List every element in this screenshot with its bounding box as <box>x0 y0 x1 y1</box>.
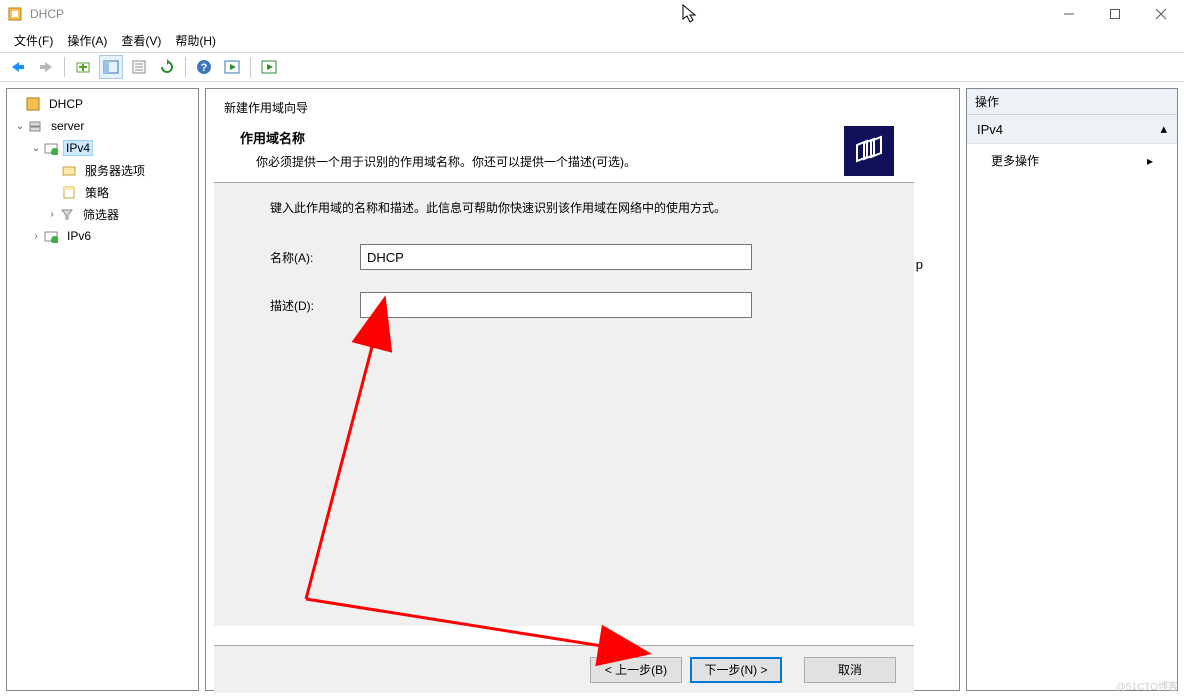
wizard-subheading: 你必须提供一个用于识别的作用域名称。你还可以提供一个描述(可选)。 <box>234 153 836 170</box>
dhcp-icon <box>25 96 41 112</box>
maximize-button[interactable] <box>1092 0 1138 28</box>
actions-title: 操作 <box>967 89 1177 115</box>
window-title: DHCP <box>30 7 64 21</box>
toolbar: ? <box>0 52 1184 82</box>
expander-icon[interactable]: › <box>29 228 43 244</box>
actions-pane: 操作 IPv4 ▴ 更多操作 ▸ <box>966 88 1178 691</box>
cancel-button[interactable]: 取消 <box>804 657 896 683</box>
chevron-right-icon: ▸ <box>1147 154 1153 168</box>
wizard-dialog: 新建作用域向导 作用域名称 你必须提供一个用于识别的作用域名称。你还可以提供一个… <box>214 91 914 693</box>
wizard-footer: < 上一步(B) 下一步(N) > 取消 <box>214 645 914 693</box>
refresh-button[interactable] <box>155 55 179 79</box>
content-pane: p 新建作用域向导 作用域名称 你必须提供一个用于识别的作用域名称。你还可以提供… <box>205 88 960 691</box>
tree-ipv4[interactable]: ⌄ IPv4 <box>9 137 196 159</box>
stray-text: p <box>916 257 923 272</box>
app-icon <box>6 5 24 23</box>
toolbar-separator <box>185 57 186 77</box>
tree-root[interactable]: DHCP <box>9 93 196 115</box>
ipv4-icon <box>43 140 59 156</box>
scope-name-input[interactable] <box>360 244 752 270</box>
expander-icon[interactable]: › <box>45 206 59 222</box>
svg-text:?: ? <box>201 62 208 74</box>
policies-icon <box>61 184 77 200</box>
name-row: 名称(A): <box>270 244 874 270</box>
wizard-title: 新建作用域向导 <box>214 91 914 120</box>
name-label: 名称(A): <box>270 249 360 266</box>
ipv6-icon <box>43 228 59 244</box>
actions-group[interactable]: IPv4 ▴ <box>967 115 1177 144</box>
back-button[interactable]: < 上一步(B) <box>590 657 682 683</box>
main-area: DHCP ⌄ server ⌄ IPv4 服务器选项 策略 › <box>0 82 1184 697</box>
tree-policies[interactable]: 策略 <box>9 181 196 203</box>
wizard-header: 作用域名称 你必须提供一个用于识别的作用域名称。你还可以提供一个描述(可选)。 <box>214 120 914 182</box>
help-button[interactable]: ? <box>192 55 216 79</box>
filters-icon <box>59 206 75 222</box>
tree-pane: DHCP ⌄ server ⌄ IPv4 服务器选项 策略 › <box>6 88 199 691</box>
desc-label: 描述(D): <box>270 297 360 314</box>
tree-server-options[interactable]: 服务器选项 <box>9 159 196 181</box>
menubar: 文件(F) 操作(A) 查看(V) 帮助(H) <box>0 28 1184 52</box>
wizard-heading: 作用域名称 <box>234 128 836 147</box>
toolbar-separator <box>64 57 65 77</box>
collapse-icon: ▴ <box>1160 121 1167 137</box>
wizard-body: 键入此作用域的名称和描述。此信息可帮助你快速识别该作用域在网络中的使用方式。 名… <box>214 182 914 626</box>
menu-help[interactable]: 帮助(H) <box>175 32 216 49</box>
expander-icon[interactable]: ⌄ <box>29 140 43 156</box>
scope-banner-icon <box>844 126 894 176</box>
action-play-button[interactable] <box>220 55 244 79</box>
next-button[interactable]: 下一步(N) > <box>690 657 782 683</box>
show-hide-console-tree-button[interactable] <box>99 55 123 79</box>
menu-view[interactable]: 查看(V) <box>121 32 161 49</box>
window-titlebar: DHCP <box>0 0 1184 28</box>
server-options-icon <box>61 162 77 178</box>
scope-desc-input[interactable] <box>360 292 752 318</box>
minimize-button[interactable] <box>1046 0 1092 28</box>
tree-ipv6[interactable]: › IPv6 <box>9 225 196 247</box>
properties-button[interactable] <box>127 55 151 79</box>
desc-row: 描述(D): <box>270 292 874 318</box>
add-button[interactable] <box>71 55 95 79</box>
server-icon <box>27 118 43 134</box>
menu-file[interactable]: 文件(F) <box>14 32 53 49</box>
watermark: @51CTO博客 <box>1116 678 1178 693</box>
expander-icon[interactable]: ⌄ <box>13 118 27 134</box>
nav-forward-button[interactable] <box>34 55 58 79</box>
close-button[interactable] <box>1138 0 1184 28</box>
nav-back-button[interactable] <box>6 55 30 79</box>
tree-filters[interactable]: › 筛选器 <box>9 203 196 225</box>
tree-view[interactable]: DHCP ⌄ server ⌄ IPv4 服务器选项 策略 › <box>7 89 198 251</box>
tree-server[interactable]: ⌄ server <box>9 115 196 137</box>
menu-action[interactable]: 操作(A) <box>67 32 107 49</box>
wizard-intro-text: 键入此作用域的名称和描述。此信息可帮助你快速识别该作用域在网络中的使用方式。 <box>270 199 874 216</box>
toolbar-separator <box>250 57 251 77</box>
action-extra-button[interactable] <box>257 55 281 79</box>
action-more[interactable]: 更多操作 ▸ <box>967 144 1177 177</box>
